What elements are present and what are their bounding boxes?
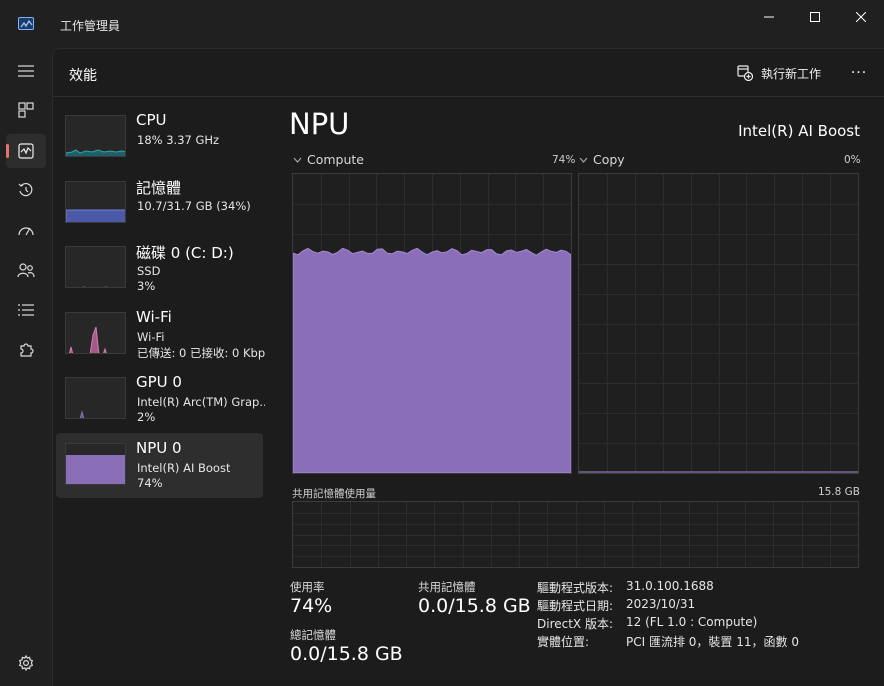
run-new-task-icon [737, 65, 753, 81]
memory-mini-graph [65, 180, 126, 223]
device-item-memory[interactable]: 記憶體 10.7/31.7 GB (34%) [56, 171, 263, 237]
users-icon [17, 263, 35, 278]
device-item-cpu[interactable]: CPU 18% 3.37 GHz [56, 105, 263, 171]
directx-version-label: DirectX 版本: [537, 617, 614, 631]
page-title: 效能 [69, 68, 97, 84]
device-detail: 18% 3.37 GHz [137, 133, 220, 147]
device-detail: Intel(R) AI Boost [137, 460, 231, 475]
shared-memory-graph [292, 501, 859, 568]
wifi-mini-graph [65, 311, 126, 354]
run-new-task-button[interactable]: 執行新工作 [737, 63, 821, 83]
utilization-value: 74% [290, 595, 333, 617]
close-button[interactable] [838, 0, 884, 34]
details-list-icon [18, 304, 34, 316]
device-item-gpu[interactable]: GPU 0 Intel(R) Arc(TM) Grap... 2% [56, 367, 265, 433]
device-item-disk[interactable]: 磁碟 0 (C: D:) SSD 3% [56, 236, 263, 302]
device-detail: Intel(R) Arc(TM) Grap... [137, 395, 265, 409]
device-title: NPU [289, 107, 350, 141]
shared-memory-label: 共用記憶體 [418, 580, 476, 594]
utilization-label: 使用率 [290, 580, 325, 594]
nav-services-button[interactable] [6, 333, 46, 367]
device-detail: Wi-Fi [137, 329, 165, 344]
close-icon [856, 12, 866, 22]
device-list: CPU 18% 3.37 GHz 記憶體 10.7/31.7 GB (34%) … [53, 105, 265, 498]
nav-details-button[interactable] [6, 293, 46, 327]
minimize-button[interactable] [746, 0, 792, 34]
hamburger-icon [18, 65, 34, 77]
shared-memory-graph-total: 15.8 GB [817, 486, 860, 498]
compute-graph-label: Compute [307, 152, 365, 167]
copy-graph [578, 173, 859, 474]
services-puzzle-icon [20, 343, 34, 357]
device-model: Intel(R) AI Boost [738, 122, 860, 140]
gear-icon [18, 655, 34, 671]
device-name: Wi-Fi [136, 307, 172, 326]
shared-memory-value: 0.0/15.8 GB [418, 595, 531, 617]
device-detail: 10.7/31.7 GB (34%) [137, 198, 251, 213]
task-manager-app-icon [18, 17, 34, 30]
navigation-rail [0, 48, 52, 686]
driver-version-value: 31.0.100.1688 [626, 579, 714, 593]
maximize-icon [810, 12, 820, 22]
nav-settings-button[interactable] [6, 646, 46, 680]
device-name: 磁碟 0 (C: D:) [136, 244, 234, 262]
page-header: 效能 執行新工作 ··· [53, 49, 884, 97]
driver-date-value: 2023/10/31 [626, 597, 696, 611]
gpu-mini-graph [65, 377, 126, 419]
device-name: GPU 0 [136, 373, 182, 391]
main-panel: 效能 執行新工作 ··· CPU 18% 3.37 GHz 記憶體 10.7/3… [52, 48, 884, 686]
compute-graph [292, 173, 572, 474]
performance-icon [18, 143, 34, 159]
shared-memory-graph-label: 共用記憶體使用量 [292, 488, 376, 500]
hamburger-menu-button[interactable] [6, 54, 46, 88]
compute-graph-selector[interactable]: Compute [293, 152, 364, 167]
nav-startup-button[interactable] [6, 213, 46, 247]
disk-mini-graph [65, 246, 126, 288]
device-name: 記憶體 [136, 178, 182, 197]
compute-graph-percent: 74% [552, 154, 576, 166]
nav-users-button[interactable] [6, 253, 46, 287]
device-usage: 3% [137, 279, 156, 293]
copy-graph-label: Copy [593, 152, 625, 167]
run-new-task-label: 執行新工作 [761, 66, 822, 81]
device-usage: 已傳送: 0 已接收: 0 Kbps [137, 345, 265, 360]
history-icon [18, 182, 33, 197]
nav-performance-button[interactable] [6, 134, 46, 168]
startup-gauge-icon [18, 227, 34, 236]
driver-version-label: 驅動程式版本: [537, 581, 614, 595]
window-title: 工作管理員 [60, 19, 121, 33]
device-name: CPU [136, 111, 167, 129]
copy-graph-percent: 0% [844, 154, 861, 166]
driver-date-label: 驅動程式日期: [537, 599, 614, 613]
chevron-down-icon [293, 157, 302, 163]
processes-icon [18, 102, 34, 118]
title-bar: 工作管理員 [0, 0, 884, 48]
more-options-button[interactable]: ··· [845, 61, 873, 85]
nav-processes-button[interactable] [6, 93, 46, 127]
chevron-down-icon [579, 157, 588, 163]
device-item-npu[interactable]: NPU 0 Intel(R) AI Boost 74% [56, 432, 263, 498]
maximize-button[interactable] [792, 0, 838, 34]
compute-usage-area [292, 247, 572, 474]
nav-app-history-button[interactable] [6, 173, 46, 207]
copy-graph-selector[interactable]: Copy [579, 152, 625, 167]
device-name: NPU 0 [136, 438, 182, 457]
device-item-wifi[interactable]: Wi-Fi Wi-Fi 已傳送: 0 已接收: 0 Kbps [56, 302, 265, 368]
device-usage: 74% [137, 475, 163, 490]
minimize-icon [764, 16, 774, 18]
physical-location-value: PCI 匯流排 0，裝置 11，函數 0 [626, 635, 799, 649]
device-detail: SSD [137, 264, 161, 278]
cpu-mini-graph [65, 115, 126, 157]
physical-location-label: 實體位置: [537, 635, 590, 649]
npu-mini-graph [65, 442, 126, 485]
total-memory-label: 總記憶體 [290, 628, 336, 642]
directx-version-value: 12 (FL 1.0 : Compute) [626, 615, 758, 629]
device-usage: 2% [137, 410, 156, 424]
total-memory-value: 0.0/15.8 GB [290, 643, 403, 665]
